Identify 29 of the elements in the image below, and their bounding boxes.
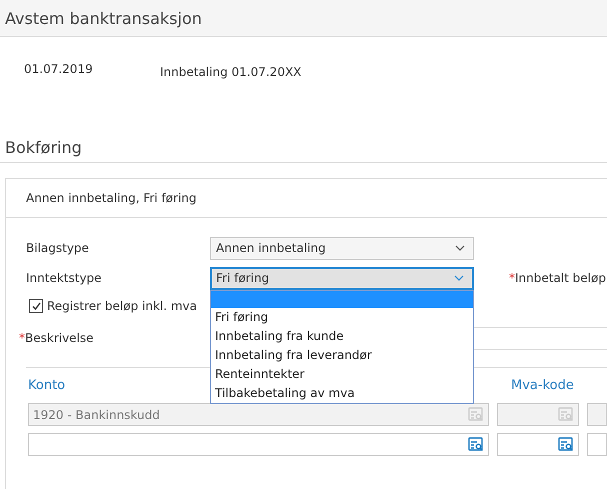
dropdown-option[interactable]: Innbetaling fra kunde (211, 326, 473, 346)
table-field[interactable] (587, 403, 607, 426)
field-label: Inntektstype (26, 271, 103, 285)
transaction-text: Innbetaling 01.07.20XX (160, 65, 302, 79)
account-field[interactable] (28, 433, 490, 456)
dropdown-option[interactable] (211, 290, 473, 308)
checkbox[interactable] (29, 299, 43, 313)
vat-code-field[interactable] (497, 433, 580, 456)
dropdown-option[interactable]: Fri føring (211, 308, 473, 326)
field-label: *Beskrivelse (19, 331, 94, 345)
column-header[interactable]: Mva-kode (511, 378, 595, 396)
lookup-icon[interactable] (558, 437, 574, 452)
vat-code-field[interactable] (497, 403, 580, 426)
transaction-date: 01.07.2019 (24, 62, 94, 76)
panel-title: Annen innbetaling, Fri føring (26, 191, 197, 205)
field-label: Bilagstype (26, 241, 90, 255)
dropdown-option[interactable]: Innbetaling fra leverandør (211, 346, 473, 364)
dropdown-option[interactable]: Renteinntekter (211, 364, 473, 384)
lookup-icon[interactable] (468, 437, 484, 452)
field-label: *Innbetalt beløp (509, 271, 606, 285)
chevron-icon (455, 245, 465, 251)
section-title: Bokføring (0, 126, 607, 163)
chevron-icon (454, 275, 464, 281)
table-field[interactable] (587, 433, 607, 456)
dropdown-option[interactable]: Tilbakebetaling av mva (211, 384, 473, 402)
bilagstype-select[interactable]: Annen innbetaling (210, 236, 474, 260)
inntektstype-select[interactable]: Fri føring (210, 266, 474, 290)
checkbox-label: Registrer beløp inkl. mva (47, 299, 198, 313)
page-title: Avstem banktransaksjon (5, 8, 202, 28)
